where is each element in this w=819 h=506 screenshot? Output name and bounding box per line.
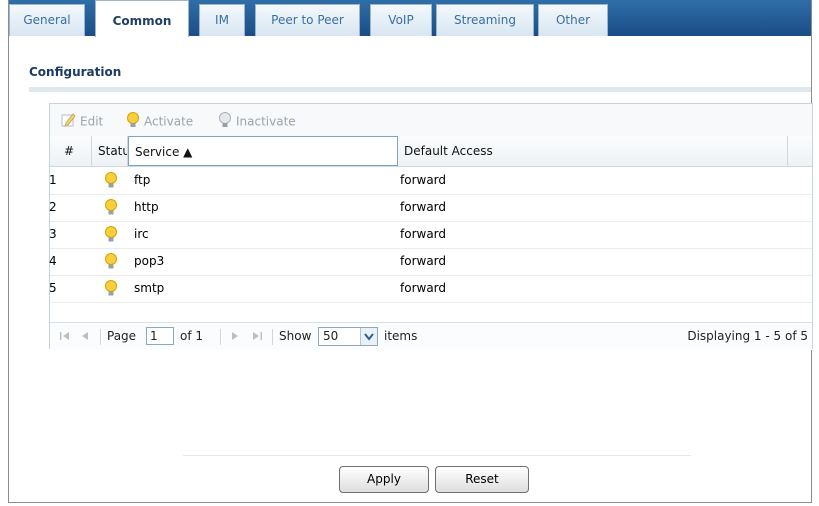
inactivate-button[interactable]: Inactivate bbox=[218, 112, 296, 129]
page-number-input[interactable]: 1 bbox=[146, 327, 174, 345]
edit-button[interactable]: Edit bbox=[60, 112, 104, 129]
bulb-on-icon bbox=[126, 112, 140, 132]
tab-common[interactable]: Common bbox=[95, 0, 189, 37]
tab-im[interactable]: IM bbox=[199, 4, 245, 36]
pagination-bar: Page 1 of 1 Show 50 items Displaying 1 -… bbox=[50, 322, 812, 350]
row-number: 3 bbox=[49, 227, 57, 241]
row-service: smtp bbox=[134, 281, 165, 295]
pager-separator bbox=[272, 329, 273, 345]
bulb-on-icon bbox=[104, 172, 118, 192]
displaying-count: Displaying 1 - 5 of 5 bbox=[687, 329, 808, 343]
row-default-access: forward bbox=[400, 200, 447, 214]
prev-page-icon[interactable] bbox=[78, 329, 92, 343]
page-size-select[interactable]: 50 bbox=[318, 327, 378, 346]
bulb-on-icon bbox=[104, 253, 118, 273]
tab-other[interactable]: Other bbox=[538, 4, 608, 36]
table-row[interactable]: 3 irc forward bbox=[49, 221, 812, 249]
chevron-down-icon bbox=[360, 328, 377, 345]
bulb-on-icon bbox=[104, 199, 118, 219]
app-frame: General Common IM Peer to Peer VoIP Stre… bbox=[8, 0, 813, 503]
table-row[interactable]: 4 pop3 forward bbox=[49, 248, 812, 276]
pager-separator bbox=[100, 329, 101, 345]
activate-button[interactable]: Activate bbox=[126, 112, 194, 129]
services-grid: Edit Activate Inactivate # Statu Service… bbox=[49, 103, 813, 350]
edit-icon bbox=[60, 112, 76, 132]
col-header-status[interactable]: Statu bbox=[92, 136, 128, 166]
table-row[interactable]: 1 ftp forward bbox=[49, 167, 812, 195]
footer-divider bbox=[183, 455, 691, 456]
section-divider bbox=[29, 87, 811, 92]
col-header-number[interactable]: # bbox=[50, 136, 92, 166]
bulb-on-icon bbox=[104, 226, 118, 246]
tab-voip[interactable]: VoIP bbox=[370, 4, 432, 36]
table-row[interactable]: 2 http forward bbox=[49, 194, 812, 222]
tab-streaming[interactable]: Streaming bbox=[436, 4, 534, 36]
table-row[interactable]: 5 smtp forward bbox=[49, 275, 812, 303]
row-service: ftp bbox=[134, 173, 151, 187]
row-number: 2 bbox=[49, 200, 57, 214]
row-number: 1 bbox=[49, 173, 57, 187]
row-service: pop3 bbox=[134, 254, 165, 268]
tab-peer-to-peer[interactable]: Peer to Peer bbox=[255, 4, 360, 36]
items-label: items bbox=[384, 329, 418, 343]
row-default-access: forward bbox=[400, 254, 447, 268]
row-service: irc bbox=[134, 227, 149, 241]
show-label: Show bbox=[279, 329, 312, 343]
page-label: Page bbox=[107, 329, 137, 343]
grid-header: # Statu Service ▲ Default Access bbox=[50, 136, 812, 167]
last-page-icon[interactable] bbox=[250, 329, 264, 343]
next-page-icon[interactable] bbox=[228, 329, 242, 343]
tab-bar: General Common IM Peer to Peer VoIP Stre… bbox=[9, 0, 811, 37]
row-number: 5 bbox=[49, 281, 57, 295]
grid-toolbar: Edit Activate Inactivate bbox=[50, 104, 812, 137]
bulb-off-icon bbox=[218, 112, 232, 132]
first-page-icon[interactable] bbox=[58, 329, 72, 343]
reset-button[interactable]: Reset bbox=[435, 466, 529, 493]
inactivate-label: Inactivate bbox=[236, 114, 296, 129]
row-default-access: forward bbox=[400, 173, 447, 187]
apply-button[interactable]: Apply bbox=[339, 466, 429, 493]
col-header-default-access[interactable]: Default Access bbox=[398, 136, 788, 166]
activate-label: Activate bbox=[144, 114, 194, 129]
page-of-label: of 1 bbox=[180, 329, 204, 343]
col-header-service[interactable]: Service ▲ bbox=[128, 136, 398, 166]
section-title: Configuration bbox=[29, 65, 122, 79]
bulb-on-icon bbox=[104, 280, 118, 300]
tab-general[interactable]: General bbox=[9, 4, 85, 36]
page-size-value: 50 bbox=[323, 329, 339, 343]
row-number: 4 bbox=[49, 254, 57, 268]
row-service: http bbox=[134, 200, 159, 214]
row-default-access: forward bbox=[400, 281, 447, 295]
pager-separator bbox=[220, 329, 221, 345]
row-default-access: forward bbox=[400, 227, 447, 241]
edit-label: Edit bbox=[80, 114, 104, 129]
